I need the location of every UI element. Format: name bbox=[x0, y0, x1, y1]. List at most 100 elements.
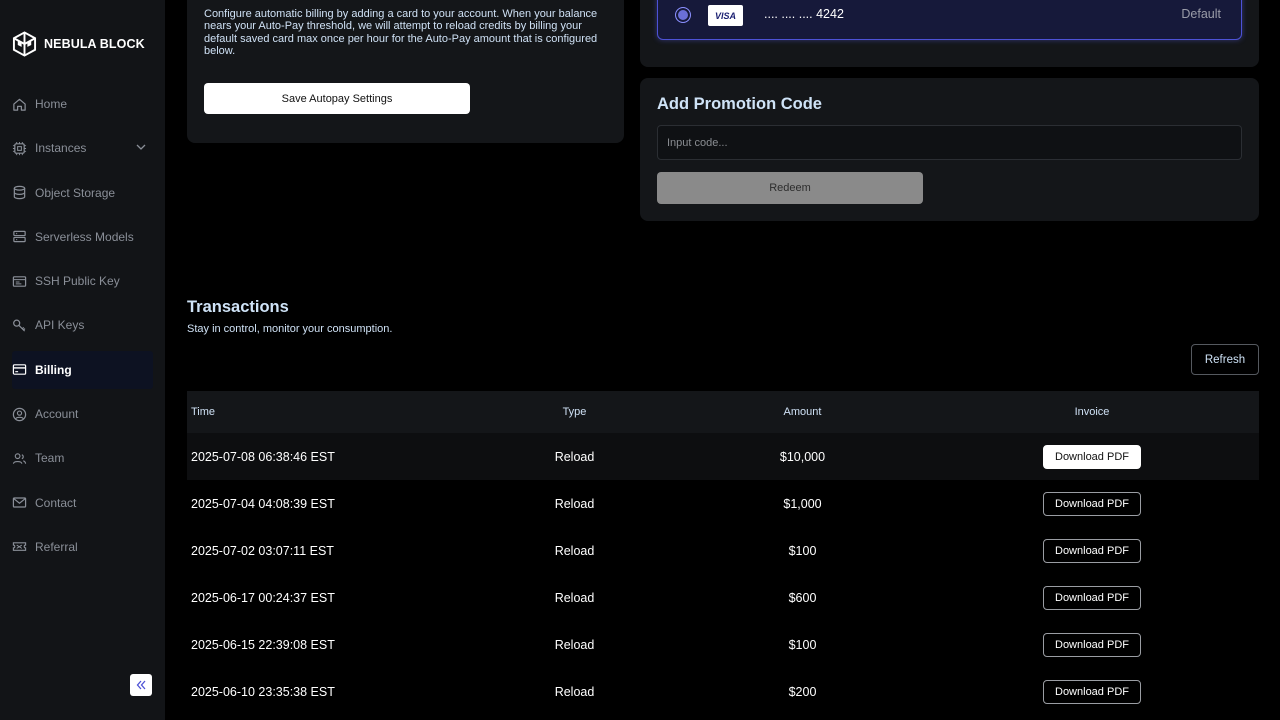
transactions-title: Transactions bbox=[187, 298, 289, 316]
ssh-key-icon bbox=[12, 274, 27, 289]
column-header-amount: Amount bbox=[783, 406, 822, 418]
cell-invoice: Download PDF bbox=[925, 632, 1259, 657]
cell-time: 2025-07-04 04:08:39 EST bbox=[191, 496, 335, 511]
chip-icon bbox=[12, 141, 27, 156]
sidebar-item-api-keys[interactable]: API Keys bbox=[12, 306, 153, 344]
sidebar-item-home[interactable]: Home bbox=[12, 85, 153, 123]
sidebar-item-label: Instances bbox=[35, 141, 87, 156]
sidebar-item-account[interactable]: Account bbox=[12, 395, 153, 433]
cell-type: Reload bbox=[554, 637, 595, 652]
visa-logo-icon: VISA bbox=[708, 5, 743, 26]
card-default-label: Default bbox=[1181, 7, 1221, 21]
sidebar-item-label: API Keys bbox=[35, 318, 85, 333]
column-header-type: Type bbox=[562, 406, 587, 418]
home-icon bbox=[12, 97, 27, 112]
double-chevron-left-icon bbox=[136, 680, 146, 690]
cell-invoice: Download PDF bbox=[925, 585, 1259, 610]
transactions-table: Time Type Amount Invoice 2025-07-08 06:3… bbox=[187, 391, 1259, 715]
transactions-subtitle: Stay in control, monitor your consumptio… bbox=[187, 323, 393, 335]
column-header-invoice: Invoice bbox=[1074, 406, 1110, 418]
sidebar-item-label: Account bbox=[35, 407, 79, 422]
sidebar-item-contact[interactable]: Contact bbox=[12, 484, 153, 522]
redeem-button[interactable]: Redeem bbox=[657, 172, 923, 204]
cell-amount: $200 bbox=[788, 684, 817, 699]
promotion-code-panel: Add Promotion Code Redeem bbox=[640, 78, 1259, 221]
cell-time: 2025-07-02 03:07:11 EST bbox=[191, 543, 334, 558]
cell-amount: $600 bbox=[788, 590, 817, 605]
cell-invoice: Download PDF bbox=[925, 491, 1259, 516]
brand-name: NEBULA BLOCK bbox=[44, 37, 145, 51]
cell-type: Reload bbox=[554, 449, 595, 464]
autopay-panel: Configure automatic billing by adding a … bbox=[187, 0, 624, 143]
table-row: 2025-06-15 22:39:08 EST Reload $100 Down… bbox=[187, 621, 1259, 668]
user-circle-icon bbox=[12, 407, 27, 422]
sidebar-item-label: Team bbox=[35, 451, 65, 466]
cell-invoice: Download PDF bbox=[925, 444, 1259, 469]
sidebar-item-label: Object Storage bbox=[35, 185, 116, 200]
sidebar-item-object-storage[interactable]: Object Storage bbox=[12, 174, 153, 212]
sidebar-item-billing[interactable]: Billing bbox=[12, 350, 153, 389]
database-icon bbox=[12, 185, 27, 200]
saved-cards-panel: VISA .... .... .... 4242 Default bbox=[640, 0, 1259, 67]
card-number: .... .... .... 4242 bbox=[764, 7, 844, 21]
column-header-time: Time bbox=[191, 406, 216, 418]
promotion-code-title: Add Promotion Code bbox=[657, 95, 822, 113]
cube-logo-icon bbox=[12, 31, 37, 57]
cell-amount: $100 bbox=[788, 543, 817, 558]
download-pdf-button[interactable]: Download PDF bbox=[1043, 538, 1141, 563]
sidebar-item-team[interactable]: Team bbox=[12, 439, 153, 477]
cell-time: 2025-06-10 23:35:38 EST bbox=[191, 684, 335, 699]
credit-card-icon bbox=[12, 362, 27, 377]
table-header: Time Type Amount Invoice bbox=[187, 391, 1259, 433]
sidebar-item-label: Billing bbox=[35, 362, 72, 377]
cell-type: Reload bbox=[554, 684, 595, 699]
sidebar-item-label: SSH Public Key bbox=[35, 274, 120, 289]
cell-invoice: Download PDF bbox=[925, 538, 1259, 563]
download-pdf-button[interactable]: Download PDF bbox=[1043, 585, 1141, 610]
cell-time: 2025-06-17 00:24:37 EST bbox=[191, 590, 335, 605]
table-row: 2025-07-02 03:07:11 EST Reload $100 Down… bbox=[187, 527, 1259, 574]
cell-amount: $10,000 bbox=[779, 449, 826, 464]
sidebar-item-label: Contact bbox=[35, 495, 77, 510]
cell-type: Reload bbox=[554, 590, 595, 605]
sidebar-nav: Home Instances Object Storage Serverless… bbox=[12, 85, 153, 572]
download-pdf-button[interactable]: Download PDF bbox=[1043, 444, 1141, 469]
mail-icon bbox=[12, 495, 27, 510]
collapse-sidebar-button[interactable] bbox=[130, 674, 152, 696]
cell-amount: $1,000 bbox=[783, 496, 822, 511]
promotion-code-input[interactable] bbox=[657, 125, 1242, 160]
cell-invoice: Download PDF bbox=[925, 679, 1259, 704]
sidebar-item-ssh-public-key[interactable]: SSH Public Key bbox=[12, 262, 153, 300]
sidebar: NEBULA BLOCK Home Instances Object Stora… bbox=[0, 0, 165, 720]
sidebar-item-label: Serverless Models bbox=[35, 229, 134, 244]
table-row: 2025-07-08 06:38:46 EST Reload $10,000 D… bbox=[187, 433, 1259, 480]
sidebar-item-referral[interactable]: Referral bbox=[12, 528, 153, 566]
refresh-button[interactable]: Refresh bbox=[1191, 344, 1259, 375]
sidebar-item-instances[interactable]: Instances bbox=[12, 129, 153, 167]
server-icon bbox=[12, 229, 27, 244]
table-row: 2025-07-04 04:08:39 EST Reload $1,000 Do… bbox=[187, 480, 1259, 527]
download-pdf-button[interactable]: Download PDF bbox=[1043, 491, 1141, 516]
table-row: 2025-06-17 00:24:37 EST Reload $600 Down… bbox=[187, 574, 1259, 621]
brand-logo[interactable]: NEBULA BLOCK bbox=[12, 30, 145, 58]
autopay-description: Configure automatic billing by adding a … bbox=[204, 8, 598, 57]
ticket-icon bbox=[12, 539, 27, 554]
app-root: NEBULA BLOCK Home Instances Object Stora… bbox=[0, 0, 1280, 720]
cell-type: Reload bbox=[554, 496, 595, 511]
cell-time: 2025-07-08 06:38:46 EST bbox=[191, 449, 335, 464]
cell-amount: $100 bbox=[788, 637, 817, 652]
sidebar-item-label: Referral bbox=[35, 539, 78, 554]
cell-time: 2025-06-15 22:39:08 EST bbox=[191, 637, 335, 652]
download-pdf-button[interactable]: Download PDF bbox=[1043, 632, 1141, 657]
download-pdf-button[interactable]: Download PDF bbox=[1043, 679, 1141, 704]
saved-card-row[interactable]: VISA .... .... .... 4242 Default bbox=[657, 0, 1242, 40]
cell-type: Reload bbox=[554, 543, 595, 558]
table-row: 2025-06-10 23:35:38 EST Reload $200 Down… bbox=[187, 668, 1259, 715]
chevron-down-icon[interactable] bbox=[135, 141, 147, 153]
sidebar-item-serverless-models[interactable]: Serverless Models bbox=[12, 218, 153, 256]
team-icon bbox=[12, 451, 27, 466]
save-autopay-button[interactable]: Save Autopay Settings bbox=[204, 83, 470, 114]
key-icon bbox=[12, 318, 27, 333]
card-radio[interactable] bbox=[675, 7, 691, 23]
sidebar-item-label: Home bbox=[35, 97, 68, 111]
